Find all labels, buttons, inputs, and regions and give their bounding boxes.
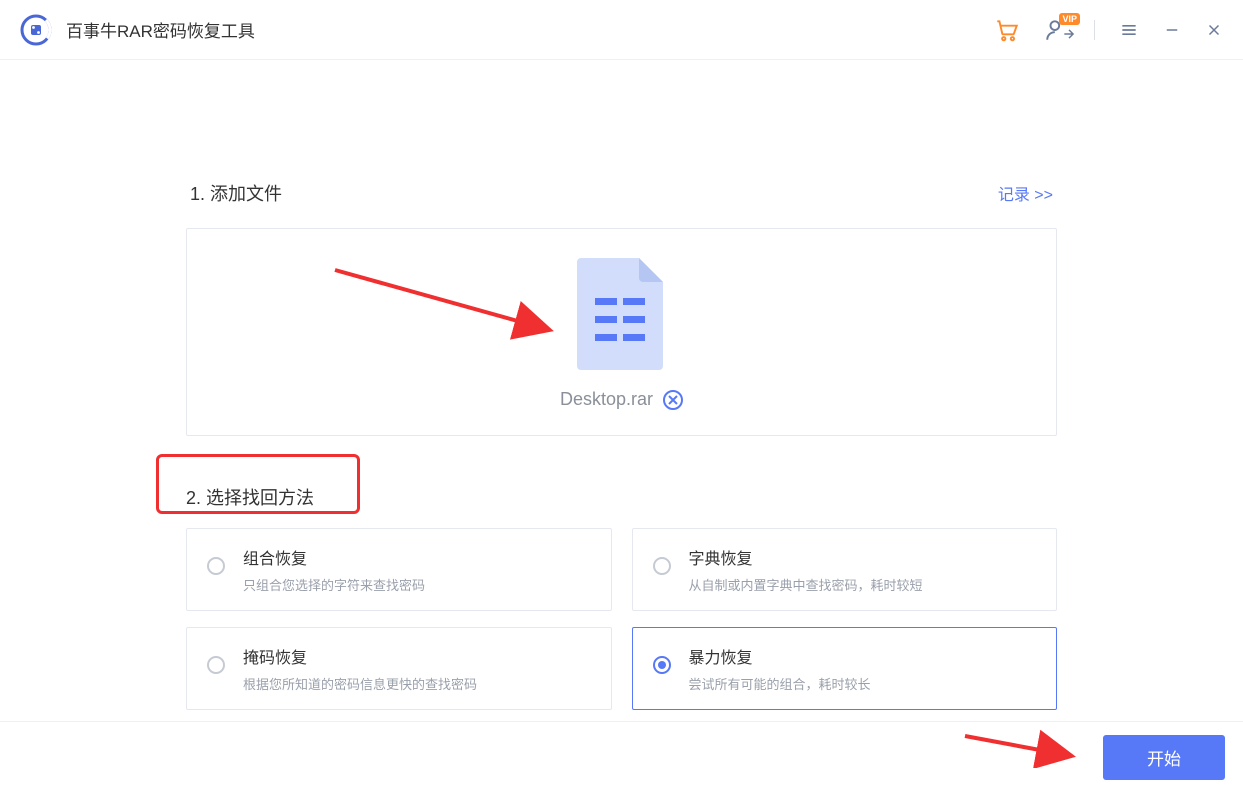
app-logo [20, 14, 52, 46]
option-title: 组合恢复 [243, 545, 591, 569]
option-mask-recovery[interactable]: 掩码恢复 根据您所知道的密码信息更快的查找密码 [186, 627, 612, 710]
app-title: 百事牛RAR密码恢复工具 [66, 17, 255, 42]
option-desc: 只组合您选择的字符来查找密码 [243, 575, 591, 594]
footer-bar: 开始 [0, 721, 1243, 793]
option-desc: 根据您所知道的密码信息更快的查找密码 [243, 674, 591, 693]
option-title: 掩码恢复 [243, 644, 591, 668]
option-desc: 从自制或内置字典中查找密码，耗时较短 [689, 575, 1037, 594]
option-dictionary-recovery[interactable]: 字典恢复 从自制或内置字典中查找密码，耗时较短 [632, 528, 1058, 611]
file-row: Desktop.rar [560, 389, 683, 410]
log-link[interactable]: 记录 >> [998, 181, 1053, 205]
option-combo-recovery[interactable]: 组合恢复 只组合您选择的字符来查找密码 [186, 528, 612, 611]
remove-file-icon[interactable] [663, 390, 683, 410]
option-title: 字典恢复 [689, 545, 1037, 569]
section1-header: 1. 添加文件 记录 >> [186, 180, 1057, 206]
titlebar: 百事牛RAR密码恢复工具 VIP [0, 0, 1243, 60]
section2-header: 2. 选择找回方法 [186, 484, 1057, 510]
menu-icon[interactable] [1119, 20, 1139, 40]
minimize-icon[interactable] [1163, 21, 1181, 39]
radio-icon [207, 557, 225, 575]
radio-icon [653, 557, 671, 575]
close-icon[interactable] [1205, 21, 1223, 39]
radio-icon [653, 656, 671, 674]
titlebar-right: VIP [994, 17, 1223, 43]
file-icon [573, 254, 671, 379]
start-button[interactable]: 开始 [1103, 735, 1225, 780]
section1-title: 1. 添加文件 [190, 180, 282, 206]
option-desc: 尝试所有可能的组合，耗时较长 [689, 674, 1037, 693]
file-dropzone[interactable]: Desktop.rar [186, 228, 1057, 436]
radio-icon [207, 656, 225, 674]
content: 1. 添加文件 记录 >> Desktop.rar [0, 60, 1243, 710]
user-vip-badge: VIP [1059, 13, 1080, 25]
file-name: Desktop.rar [560, 389, 653, 410]
option-title: 暴力恢复 [689, 644, 1037, 668]
user-icon[interactable]: VIP [1044, 17, 1070, 43]
separator [1094, 20, 1095, 40]
option-bruteforce-recovery[interactable]: 暴力恢复 尝试所有可能的组合，耗时较长 [632, 627, 1058, 710]
options-grid: 组合恢复 只组合您选择的字符来查找密码 字典恢复 从自制或内置字典中查找密码，耗… [186, 528, 1057, 710]
cart-icon[interactable] [994, 17, 1020, 43]
annotation-highlight-box [156, 454, 360, 514]
titlebar-left: 百事牛RAR密码恢复工具 [20, 14, 255, 46]
